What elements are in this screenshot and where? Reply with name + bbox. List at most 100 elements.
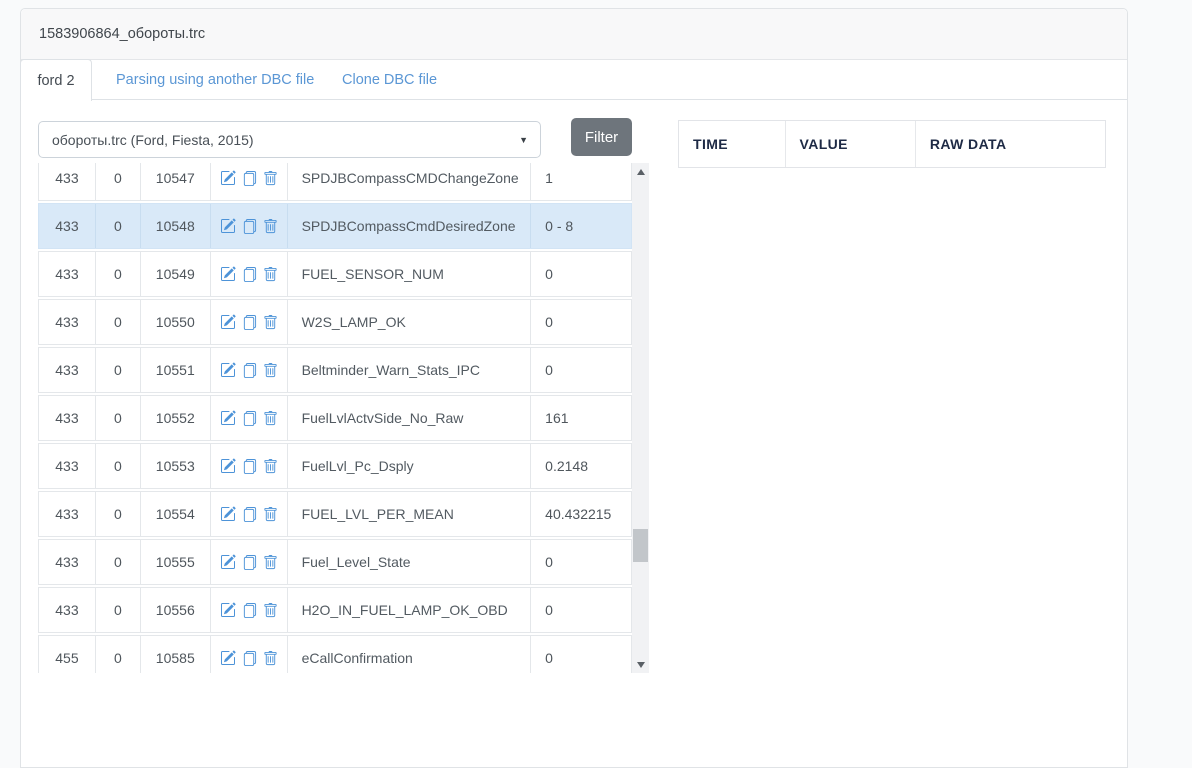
cell-signal-value: 0 [531,348,631,392]
card-header: 1583906864_обороты.trc [21,9,1127,60]
signals-table-body: 433 0 10547 SPDJBCompassCMD [38,163,632,673]
copy-icon[interactable] [242,171,257,186]
cell-can-id: 433 [39,300,96,344]
cell-can-id: 433 [39,163,96,200]
tab-clone-dbc[interactable]: Clone DBC file [342,60,437,100]
copy-icon[interactable] [242,315,257,330]
cell-signal-name: Fuel_Level_State [288,540,532,584]
edit-icon[interactable] [220,602,236,618]
dbc-file-select[interactable]: обороты.trc (Ford, Fiesta, 2015) ▼ [38,121,541,158]
cell-signal-name: FUEL_LVL_PER_MEAN [288,492,532,536]
edit-icon[interactable] [220,506,236,522]
chevron-down-icon: ▼ [519,135,528,145]
copy-icon[interactable] [242,459,257,474]
copy-icon[interactable] [242,603,257,618]
cell-signal-number: 10552 [141,396,211,440]
cell-bus: 0 [96,588,141,632]
table-row[interactable]: 433 0 10554 FUEL_LVL_PER_ME [38,491,632,537]
cell-signal-number: 10549 [141,252,211,296]
cell-can-id: 433 [39,588,96,632]
signals-scrollbar[interactable] [632,163,649,673]
table-row[interactable]: 433 0 10548 SPDJBCompassCmd [38,203,632,249]
cell-actions [211,204,288,248]
filter-button[interactable]: Filter [571,118,632,156]
delete-icon[interactable] [263,459,278,474]
delete-icon[interactable] [263,219,278,234]
copy-icon[interactable] [242,651,257,666]
cell-signal-number: 10551 [141,348,211,392]
tab-ford-2[interactable]: ford 2 [20,59,92,101]
table-row[interactable]: 433 0 10555 Fuel_Level_Stat [38,539,632,585]
delete-icon[interactable] [263,507,278,522]
cell-signal-value: 40.432215 [531,492,631,536]
scroll-up-arrow[interactable] [632,163,649,180]
dbc-file-select-value: обороты.trc (Ford, Fiesta, 2015) [52,132,254,148]
edit-icon[interactable] [220,314,236,330]
edit-icon[interactable] [220,458,236,474]
cell-can-id: 433 [39,540,96,584]
table-row[interactable]: 433 0 10549 FUEL_SENSOR_NUM [38,251,632,297]
cell-signal-name: FuelLvl_Pc_Dsply [288,444,532,488]
copy-icon[interactable] [242,219,257,234]
cell-signal-value: 1 [531,163,631,200]
scrollbar-thumb[interactable] [633,529,648,562]
delete-icon[interactable] [263,267,278,282]
cell-signal-number: 10554 [141,492,211,536]
tab-parsing-another-dbc[interactable]: Parsing using another DBC file [116,60,314,100]
delete-icon[interactable] [263,651,278,666]
edit-icon[interactable] [220,170,236,186]
cell-signal-value: 0.2148 [531,444,631,488]
signals-table: 433 0 10547 SPDJBCompassCMD [38,163,632,673]
copy-icon[interactable] [242,555,257,570]
cell-bus: 0 [96,492,141,536]
cell-bus: 0 [96,348,141,392]
tab-ford-2-label: ford 2 [37,73,74,89]
edit-icon[interactable] [220,362,236,378]
delete-icon[interactable] [263,315,278,330]
copy-icon[interactable] [242,411,257,426]
table-row[interactable]: 433 0 10552 FuelLvlActvSide [38,395,632,441]
cell-bus: 0 [96,396,141,440]
edit-icon[interactable] [220,410,236,426]
edit-icon[interactable] [220,218,236,234]
cell-actions [211,396,288,440]
edit-icon[interactable] [220,554,236,570]
table-row[interactable]: 433 0 10551 Beltminder_Warn [38,347,632,393]
result-column-raw-data: RAW DATA [916,121,1105,167]
copy-icon[interactable] [242,507,257,522]
delete-icon[interactable] [263,171,278,186]
cell-bus: 0 [96,204,141,248]
parser-card: 1583906864_обороты.trc ford 2 Parsing us… [20,8,1128,768]
table-row[interactable]: 433 0 10553 FuelLvl_Pc_Dspl [38,443,632,489]
table-row[interactable]: 455 0 10585 eCallConfirmati [38,635,632,673]
cell-can-id: 433 [39,348,96,392]
result-column-value: VALUE [786,121,916,167]
delete-icon[interactable] [263,555,278,570]
table-row[interactable]: 433 0 10556 H2O_IN_FUEL_LAM [38,587,632,633]
cell-actions [211,163,288,200]
copy-icon[interactable] [242,363,257,378]
cell-signal-value: 0 [531,252,631,296]
cell-signal-number: 10547 [141,163,211,200]
table-row[interactable]: 433 0 10550 W2S_LAMP_OK [38,299,632,345]
cell-signal-number: 10550 [141,300,211,344]
edit-icon[interactable] [220,266,236,282]
cell-actions [211,492,288,536]
cell-bus: 0 [96,636,141,673]
cell-can-id: 433 [39,252,96,296]
delete-icon[interactable] [263,363,278,378]
cell-actions [211,588,288,632]
trace-file-title: 1583906864_обороты.trc [39,26,205,42]
cell-signal-name: FuelLvlActvSide_No_Raw [288,396,532,440]
copy-icon[interactable] [242,267,257,282]
cell-signal-value: 0 [531,540,631,584]
delete-icon[interactable] [263,411,278,426]
cell-bus: 0 [96,300,141,344]
cell-signal-number: 10556 [141,588,211,632]
edit-icon[interactable] [220,650,236,666]
table-row[interactable]: 433 0 10547 SPDJBCompassCMD [38,163,632,201]
result-column-time: TIME [679,121,786,167]
cell-signal-name: Beltminder_Warn_Stats_IPC [288,348,532,392]
delete-icon[interactable] [263,603,278,618]
scroll-down-arrow[interactable] [632,656,649,673]
